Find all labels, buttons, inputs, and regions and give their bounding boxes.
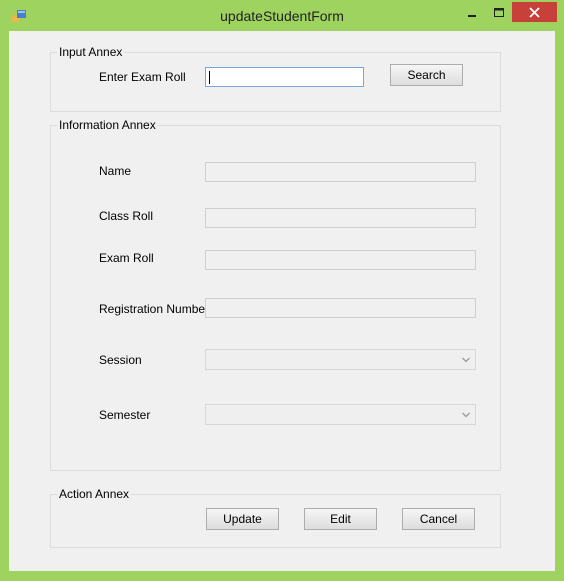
session-dropdown[interactable]: [205, 349, 476, 370]
name-field[interactable]: [205, 162, 476, 182]
semester-label: Semester: [99, 408, 151, 422]
class-roll-label: Class Roll: [99, 209, 154, 223]
minimize-button[interactable]: [459, 2, 485, 22]
text-caret: [209, 71, 210, 84]
close-button[interactable]: [512, 2, 557, 22]
session-label: Session: [99, 353, 142, 367]
update-button[interactable]: Update: [206, 508, 279, 530]
exam-roll-input[interactable]: [205, 67, 364, 87]
search-button[interactable]: Search: [390, 64, 463, 86]
input-annex-caption: Input Annex: [57, 45, 125, 59]
information-annex-caption: Information Annex: [57, 118, 158, 132]
registration-number-label: Registration Number: [99, 302, 210, 316]
title-bar[interactable]: updateStudentForm: [0, 0, 564, 31]
action-annex-caption: Action Annex: [57, 487, 132, 501]
maximize-icon: [494, 8, 504, 17]
registration-number-field[interactable]: [205, 298, 476, 318]
name-label: Name: [99, 164, 132, 178]
application-window: updateStudentForm Input Annex Enter Exam…: [0, 0, 564, 581]
exam-roll-field[interactable]: [205, 250, 476, 270]
exam-roll-label: Exam Roll: [99, 251, 154, 265]
chevron-down-icon: [462, 412, 470, 418]
chevron-down-icon: [462, 357, 470, 363]
edit-button[interactable]: Edit: [304, 508, 377, 530]
form-client-area: Input Annex Enter Exam Roll Search Infor…: [9, 31, 555, 571]
semester-dropdown[interactable]: [205, 404, 476, 425]
maximize-button[interactable]: [486, 2, 512, 22]
enter-exam-roll-label: Enter Exam Roll: [99, 70, 186, 84]
minimize-icon: [468, 15, 476, 17]
close-icon: [529, 7, 540, 18]
class-roll-field[interactable]: [205, 208, 476, 228]
cancel-button[interactable]: Cancel: [402, 508, 475, 530]
